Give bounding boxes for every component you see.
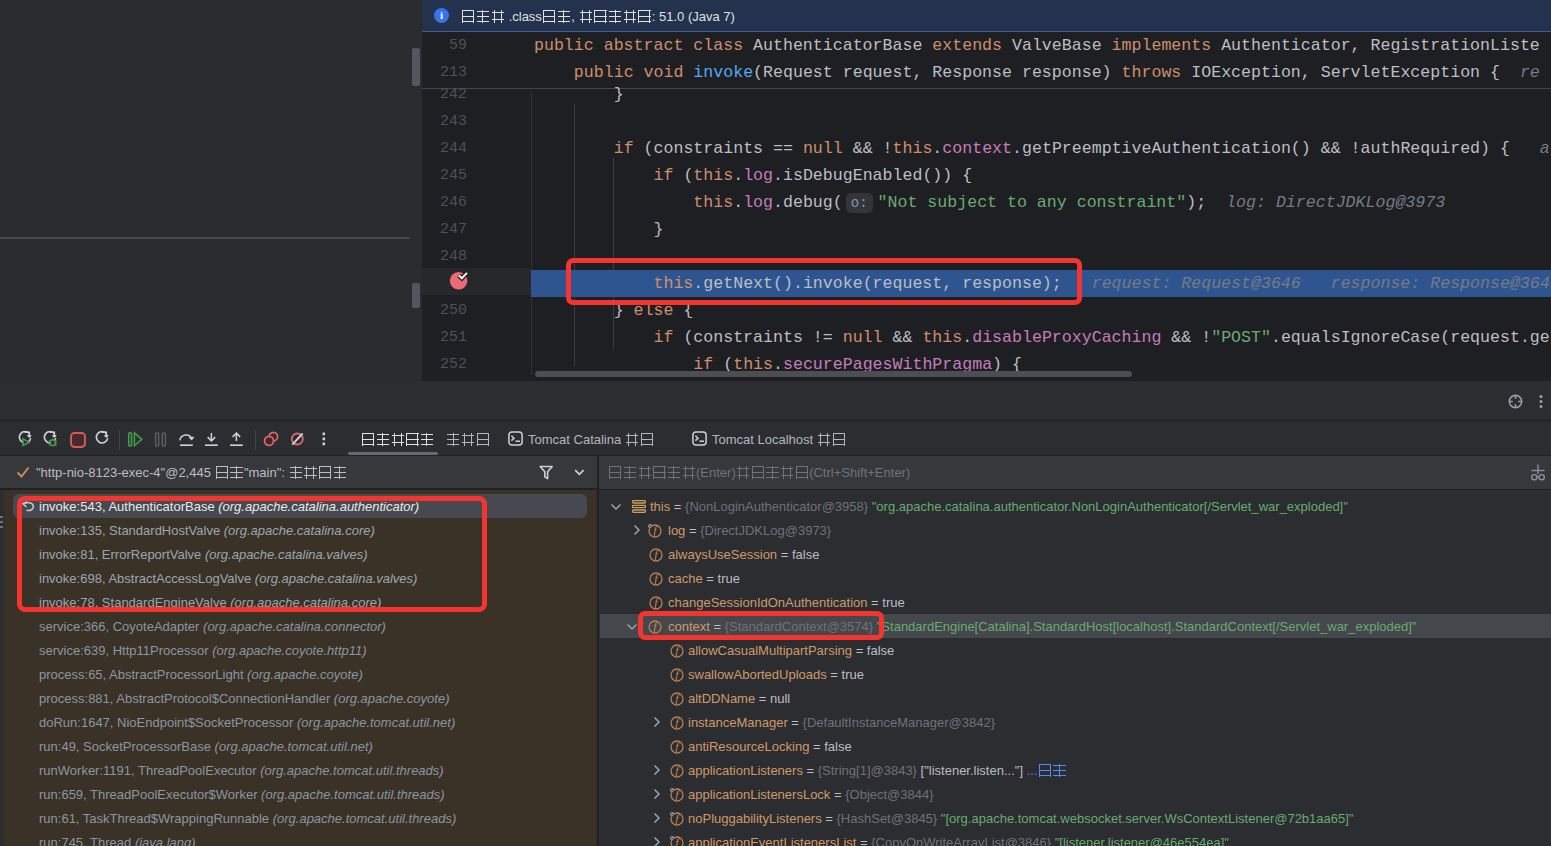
svg-text:f: f [676, 837, 681, 846]
svg-text:f: f [655, 597, 660, 608]
svg-text:f: f [676, 645, 681, 656]
svg-text:f: f [654, 525, 659, 536]
svg-text:f: f [676, 765, 681, 776]
svg-text:f: f [676, 741, 681, 752]
svg-text:f: f [676, 669, 681, 680]
svg-text:f: f [676, 717, 681, 728]
svg-text:f: f [655, 573, 660, 584]
svg-text:f: f [676, 693, 681, 704]
svg-text:f: f [676, 789, 681, 800]
svg-text:f: f [676, 813, 681, 824]
svg-text:f: f [655, 549, 660, 560]
